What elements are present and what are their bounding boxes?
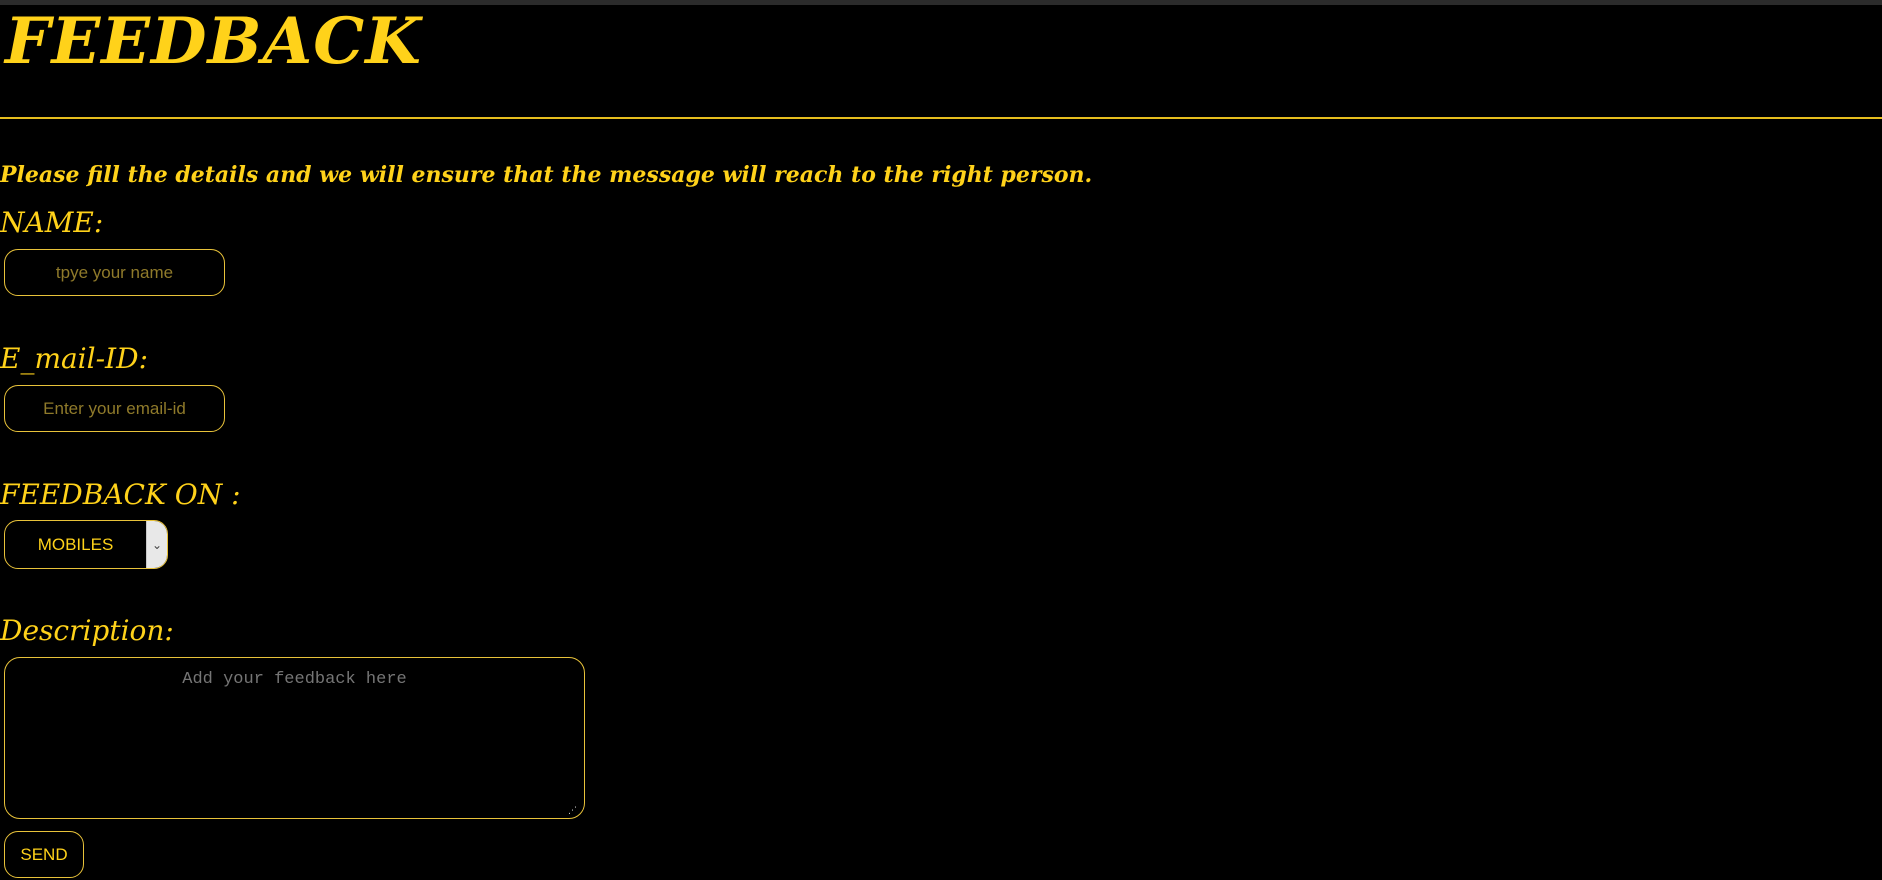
feedback-on-selected-value: MOBILES <box>37 534 114 554</box>
email-input[interactable] <box>4 385 225 432</box>
feedback-page: FEEDBACK Please fill the details and we … <box>0 0 1882 880</box>
chevron-down-icon[interactable]: ⌄ <box>146 521 167 568</box>
name-label: NAME: <box>0 206 104 239</box>
resize-handle-icon[interactable]: ⋰ <box>568 806 580 816</box>
feedback-on-label: FEEDBACK ON : <box>0 478 241 511</box>
description-textarea[interactable] <box>4 657 585 819</box>
email-label: E_mail-ID: <box>0 342 148 375</box>
feedback-on-select[interactable]: MOBILES ⌄ <box>4 520 168 569</box>
name-input[interactable] <box>4 249 225 296</box>
header-divider <box>0 117 1882 119</box>
description-label: Description: <box>0 614 174 647</box>
page-title: FEEDBACK <box>5 4 422 79</box>
intro-text: Please fill the details and we will ensu… <box>0 162 1093 188</box>
send-button[interactable]: SEND <box>4 831 84 878</box>
